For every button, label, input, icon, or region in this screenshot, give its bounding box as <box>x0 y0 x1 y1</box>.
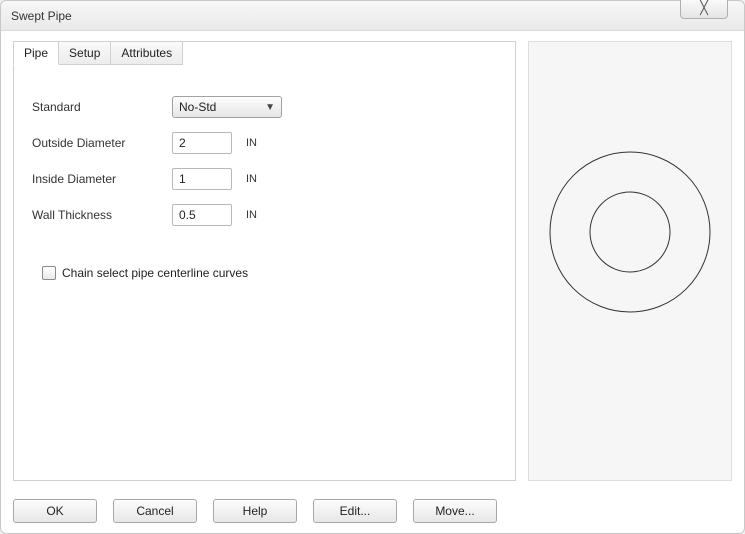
button-label: Help <box>243 504 268 518</box>
close-button[interactable]: ╳ <box>680 0 728 19</box>
swept-pipe-dialog: Swept Pipe ╳ Pipe Setup Attributes <box>0 0 745 534</box>
tab-setup[interactable]: Setup <box>58 41 111 65</box>
unit-outside-diameter: IN <box>246 137 257 149</box>
button-label: OK <box>46 504 63 518</box>
standard-dropdown[interactable]: No-Std ▼ <box>172 96 282 118</box>
outside-diameter-input[interactable] <box>172 132 232 154</box>
preview-pane <box>528 41 732 481</box>
inside-diameter-input[interactable] <box>172 168 232 190</box>
tab-pipe[interactable]: Pipe <box>13 41 59 65</box>
label-wall-thickness: Wall Thickness <box>32 208 172 222</box>
ok-button[interactable]: OK <box>13 499 97 523</box>
label-outside-diameter: Outside Diameter <box>32 136 172 150</box>
label-inside-diameter: Inside Diameter <box>32 172 172 186</box>
titlebar: Swept Pipe ╳ <box>1 1 744 31</box>
button-label: Cancel <box>136 504 173 518</box>
row-outside-diameter: Outside Diameter IN <box>32 132 497 154</box>
button-label: Move... <box>435 504 474 518</box>
tab-label: Setup <box>69 46 100 60</box>
standard-value: No-Std <box>179 100 216 114</box>
cancel-button[interactable]: Cancel <box>113 499 197 523</box>
tab-label: Attributes <box>121 46 172 60</box>
window-title: Swept Pipe <box>11 9 72 23</box>
row-inside-diameter: Inside Diameter IN <box>32 168 497 190</box>
row-chain-select: Chain select pipe centerline curves <box>42 266 497 280</box>
pipe-cross-section-icon <box>540 102 720 322</box>
tab-attributes[interactable]: Attributes <box>110 41 183 65</box>
edit-button[interactable]: Edit... <box>313 499 397 523</box>
label-standard: Standard <box>32 100 172 114</box>
wall-thickness-input[interactable] <box>172 204 232 226</box>
tab-panel: Pipe Setup Attributes Standard No-Std <box>13 41 516 481</box>
close-icon: ╳ <box>700 0 708 16</box>
chevron-down-icon: ▼ <box>265 102 275 113</box>
unit-inside-diameter: IN <box>246 173 257 185</box>
tab-label: Pipe <box>24 46 48 60</box>
chain-select-label: Chain select pipe centerline curves <box>62 266 248 280</box>
move-button[interactable]: Move... <box>413 499 497 523</box>
help-button[interactable]: Help <box>213 499 297 523</box>
button-row: OK Cancel Help Edit... Move... <box>13 499 732 523</box>
button-label: Edit... <box>340 504 371 518</box>
chain-select-checkbox[interactable] <box>42 266 56 280</box>
row-standard: Standard No-Std ▼ <box>32 96 497 118</box>
unit-wall-thickness: IN <box>246 209 257 221</box>
row-wall-thickness: Wall Thickness IN <box>32 204 497 226</box>
